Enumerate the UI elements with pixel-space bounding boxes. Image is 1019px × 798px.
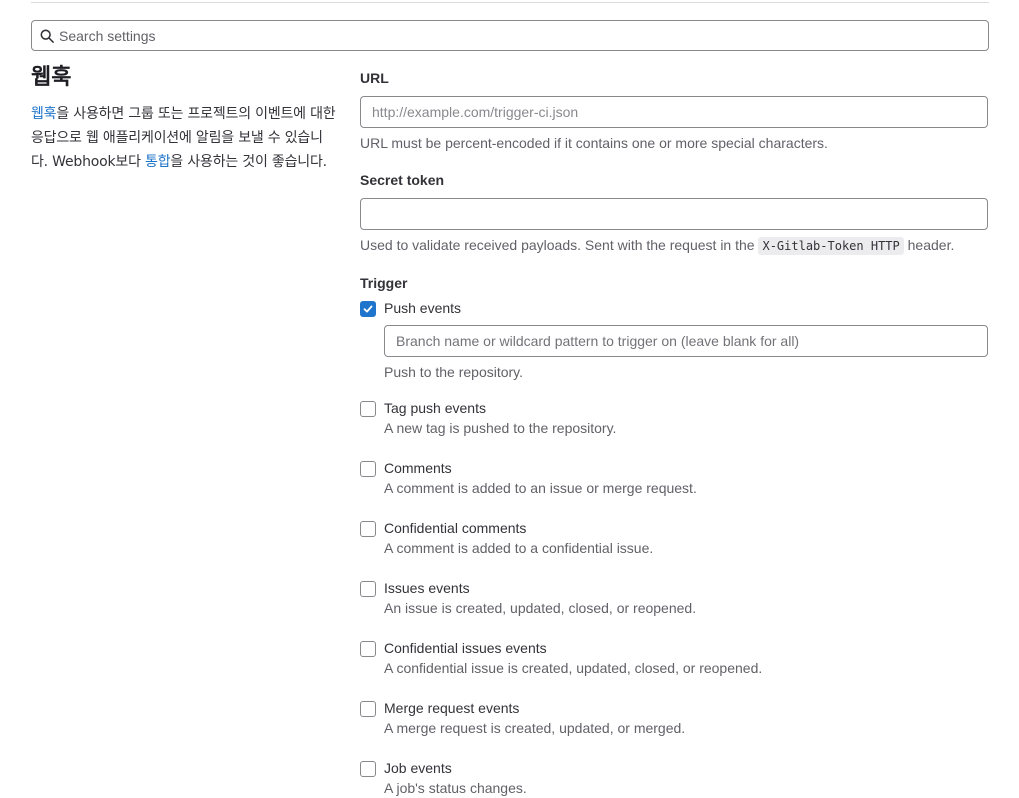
merge-request-events-checkbox[interactable] bbox=[360, 701, 376, 717]
secret-token-help-text: Used to validate received payloads. Sent… bbox=[360, 237, 955, 255]
trigger-confidential-issues-events: Confidential issues events A confidentia… bbox=[360, 640, 988, 681]
job-events-label[interactable]: Job events bbox=[384, 760, 452, 776]
issues-events-checkbox[interactable] bbox=[360, 581, 376, 597]
comments-description: A comment is added to an issue or merge … bbox=[384, 480, 697, 496]
search-settings-box[interactable] bbox=[31, 20, 989, 51]
url-input[interactable] bbox=[360, 96, 988, 128]
merge-request-events-label[interactable]: Merge request events bbox=[384, 700, 519, 716]
job-events-checkbox[interactable] bbox=[360, 761, 376, 777]
secret-help-code: X-Gitlab-Token HTTP bbox=[758, 237, 904, 255]
trigger-push-events: Push events Push to the repository. bbox=[360, 300, 988, 381]
issues-events-label[interactable]: Issues events bbox=[384, 580, 470, 596]
check-icon bbox=[363, 305, 373, 313]
section-title: 웹훅 bbox=[31, 65, 72, 90]
trigger-merge-request-events: Merge request events A merge request is … bbox=[360, 700, 988, 741]
search-icon bbox=[40, 29, 54, 43]
tag-push-events-description: A new tag is pushed to the repository. bbox=[384, 420, 617, 436]
confidential-issues-events-label[interactable]: Confidential issues events bbox=[384, 640, 547, 656]
issues-events-description: An issue is created, updated, closed, or… bbox=[384, 600, 697, 616]
trigger-label: Trigger bbox=[360, 275, 408, 291]
comments-checkbox[interactable] bbox=[360, 461, 376, 477]
search-input[interactable] bbox=[59, 27, 959, 44]
tag-push-events-label[interactable]: Tag push events bbox=[384, 400, 486, 416]
comments-label[interactable]: Comments bbox=[384, 460, 452, 476]
secret-token-label: Secret token bbox=[360, 172, 445, 188]
settings-section-intro: 웹훅 웹훅을 사용하면 그룹 또는 프로젝트의 이벤트에 대한 응답으로 웹 애… bbox=[31, 64, 336, 174]
secret-help-before: Used to validate received payloads. Sent… bbox=[360, 237, 759, 253]
confidential-comments-label[interactable]: Confidential comments bbox=[384, 520, 526, 536]
confidential-comments-description: A comment is added to a confidential iss… bbox=[384, 540, 654, 556]
confidential-issues-events-checkbox[interactable] bbox=[360, 641, 376, 657]
confidential-comments-checkbox[interactable] bbox=[360, 521, 376, 537]
branch-filter-input[interactable] bbox=[384, 325, 988, 357]
webhooks-help-link[interactable]: 웹훅 bbox=[31, 106, 57, 122]
trigger-tag-push-events: Tag push events A new tag is pushed to t… bbox=[360, 400, 988, 441]
integrations-link[interactable]: 통합 bbox=[145, 154, 171, 170]
merge-request-events-description: A merge request is created, updated, or … bbox=[384, 720, 686, 736]
push-events-checkbox[interactable] bbox=[360, 301, 376, 317]
top-divider bbox=[31, 2, 989, 3]
job-events-description: A job's status changes. bbox=[384, 780, 527, 796]
push-events-description: Push to the repository. bbox=[384, 364, 524, 380]
section-description-text-2: 을 사용하는 것이 좋습니다. bbox=[170, 154, 327, 170]
push-events-label[interactable]: Push events bbox=[384, 300, 461, 316]
secret-help-after: header. bbox=[903, 237, 955, 253]
tag-push-events-checkbox[interactable] bbox=[360, 401, 376, 417]
trigger-comments: Comments A comment is added to an issue … bbox=[360, 460, 988, 501]
url-help-text: URL must be percent-encoded if it contai… bbox=[360, 135, 828, 151]
trigger-confidential-comments: Confidential comments A comment is added… bbox=[360, 520, 988, 561]
url-label: URL bbox=[360, 70, 389, 86]
section-description: 웹훅을 사용하면 그룹 또는 프로젝트의 이벤트에 대한 응답으로 웹 애플리케… bbox=[31, 102, 336, 174]
confidential-issues-events-description: A confidential issue is created, updated… bbox=[384, 660, 763, 676]
trigger-job-events: Job events A job's status changes. bbox=[360, 760, 988, 798]
secret-token-input[interactable] bbox=[360, 198, 988, 230]
trigger-issues-events: Issues events An issue is created, updat… bbox=[360, 580, 988, 621]
